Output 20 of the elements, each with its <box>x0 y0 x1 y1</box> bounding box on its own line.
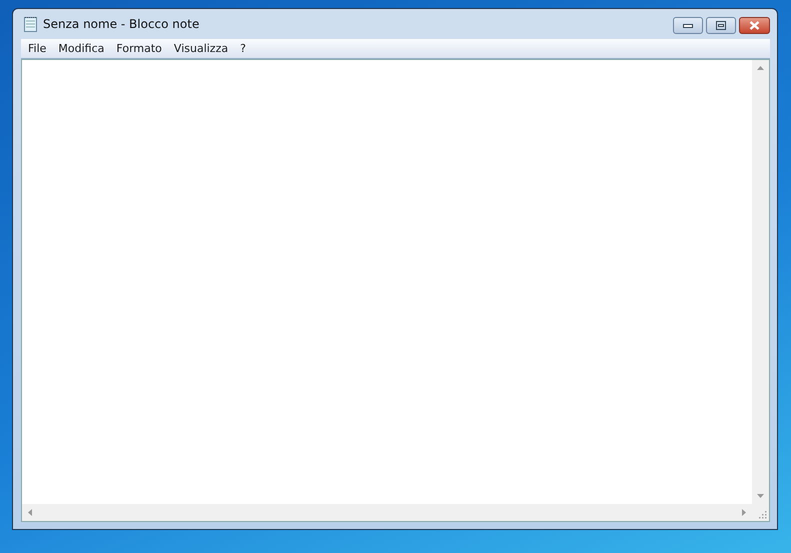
menu-item[interactable]: File <box>22 42 52 55</box>
close-button[interactable] <box>739 17 770 34</box>
scroll-right-icon <box>742 509 746 516</box>
minimize-icon <box>683 24 693 28</box>
scroll-left-icon <box>28 509 32 516</box>
window-title: Senza nome - Blocco note <box>43 17 200 31</box>
menu-item[interactable]: Modifica <box>52 42 110 55</box>
notepad-icon <box>24 16 37 32</box>
vertical-scrollbar[interactable] <box>752 60 769 504</box>
maximize-icon <box>716 21 726 30</box>
close-icon <box>749 21 760 30</box>
scroll-up-icon <box>757 66 764 70</box>
menu-item[interactable]: Visualizza <box>168 42 234 55</box>
minimize-button[interactable] <box>673 17 703 34</box>
maximize-button[interactable] <box>706 17 736 34</box>
menu-item[interactable]: ? <box>234 42 252 55</box>
scroll-down-icon <box>757 494 764 498</box>
menu-item[interactable]: Formato <box>110 42 168 55</box>
horizontal-scrollbar[interactable] <box>22 504 752 521</box>
resize-grip-icon <box>759 511 767 519</box>
